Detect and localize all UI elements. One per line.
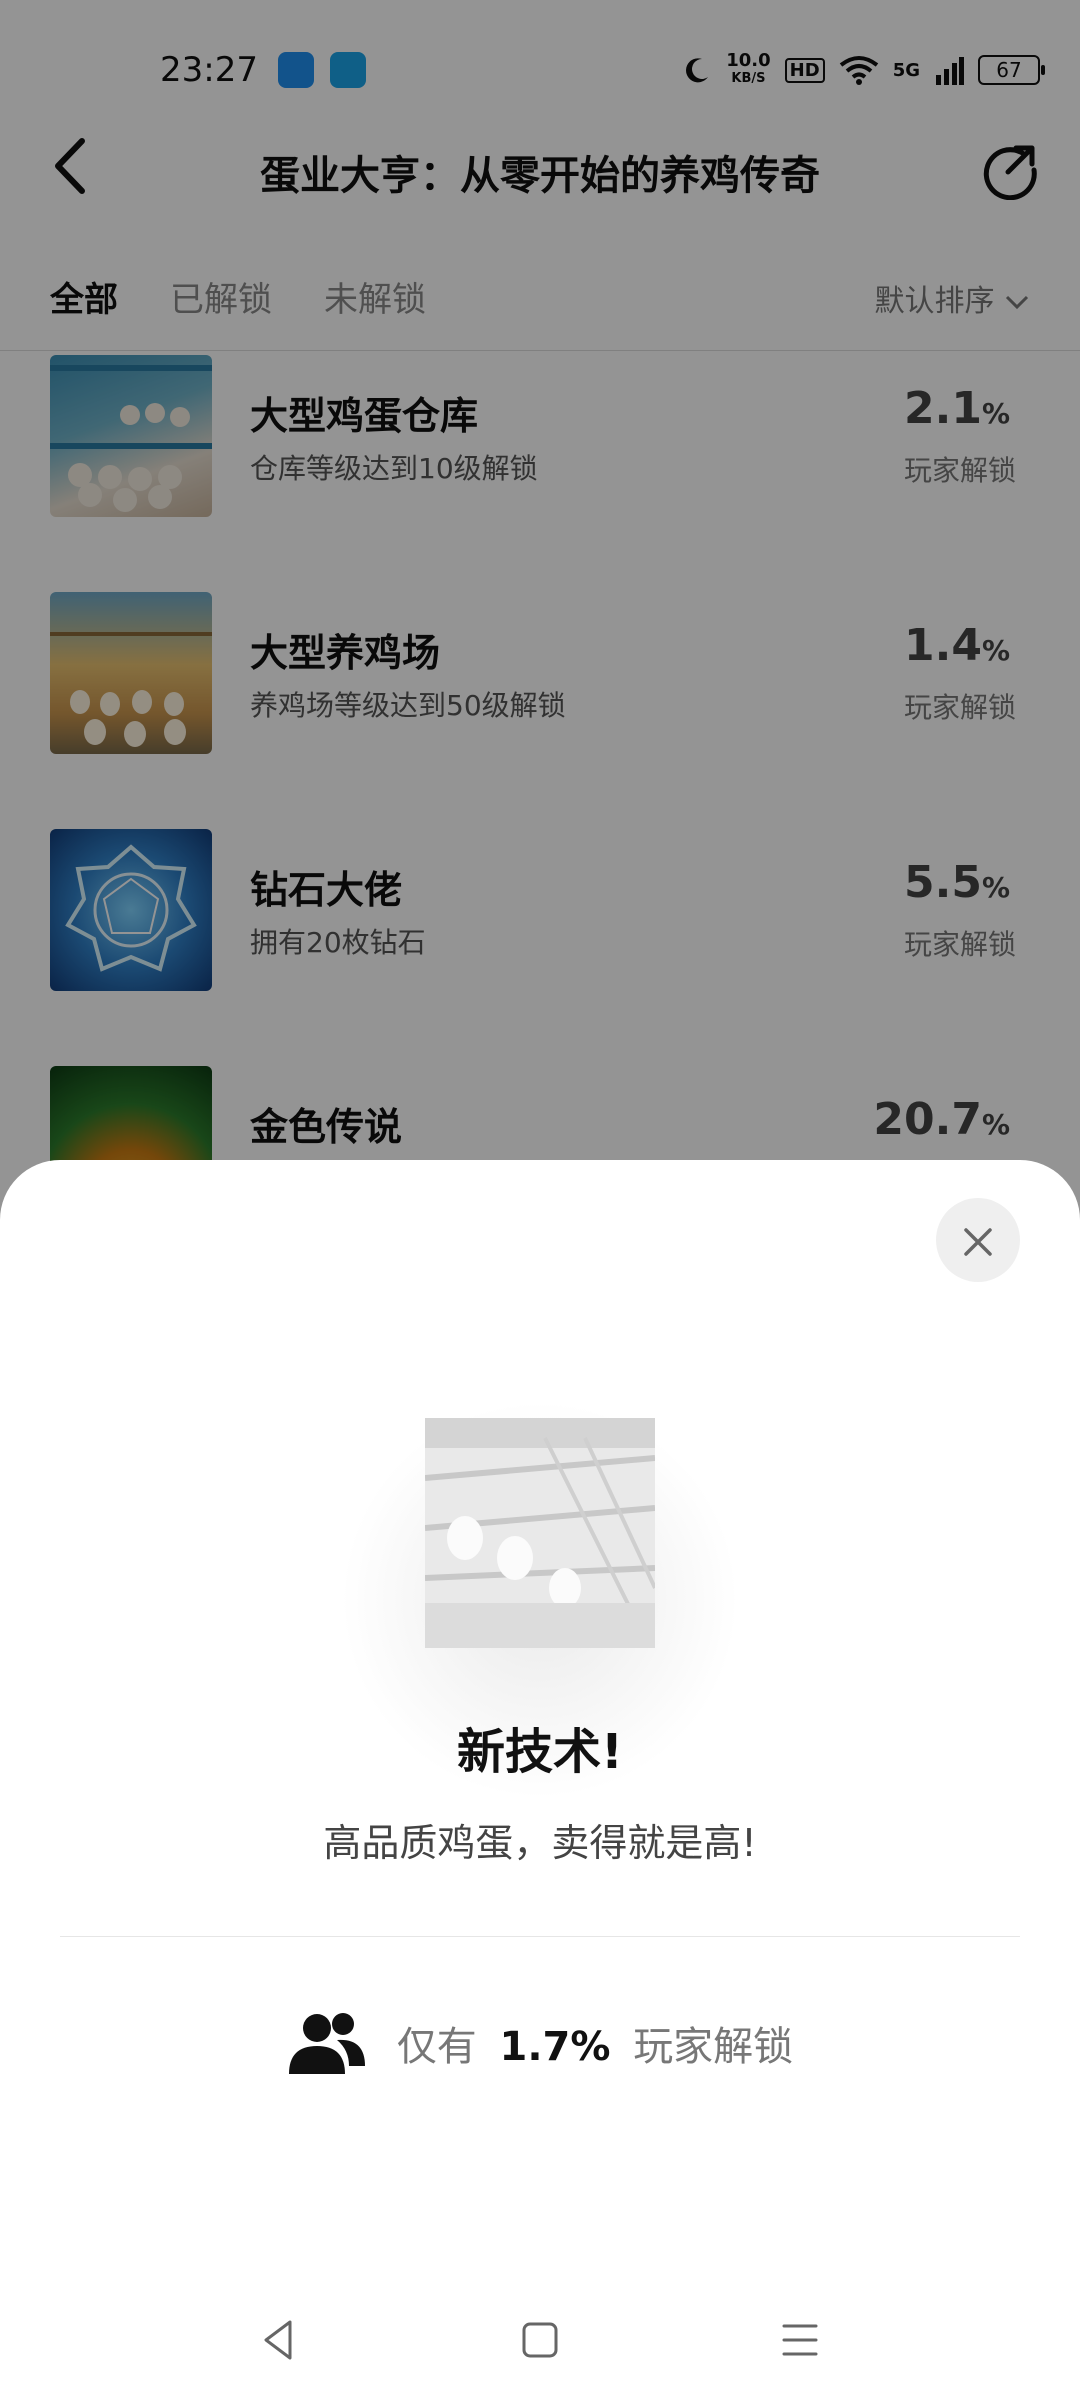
rarity-prefix: 仅有	[396, 2024, 477, 2070]
nav-menu-button[interactable]	[770, 2310, 830, 2370]
rarity-suffix: 玩家解锁	[633, 2024, 794, 2070]
square-home-icon	[522, 2322, 558, 2358]
users-icon	[288, 2013, 365, 2074]
nav-back-button[interactable]	[250, 2310, 310, 2370]
triangle-back-icon	[264, 2320, 292, 2360]
close-icon	[964, 1228, 992, 1256]
achievement-title: 新技术!	[457, 1724, 623, 1780]
rarity-info: 仅有 1.7% 玩家解锁	[0, 2010, 1080, 2076]
divider	[60, 1936, 1020, 1937]
nav-home-button[interactable]	[510, 2310, 570, 2370]
rarity-value: 1.7%	[499, 2024, 611, 2070]
close-button[interactable]	[936, 1198, 1020, 1282]
achievement-badge-image	[424, 1418, 657, 1648]
menu-icon	[782, 2324, 818, 2356]
achievement-description: 高品质鸡蛋，卖得就是高!	[323, 1821, 757, 1865]
